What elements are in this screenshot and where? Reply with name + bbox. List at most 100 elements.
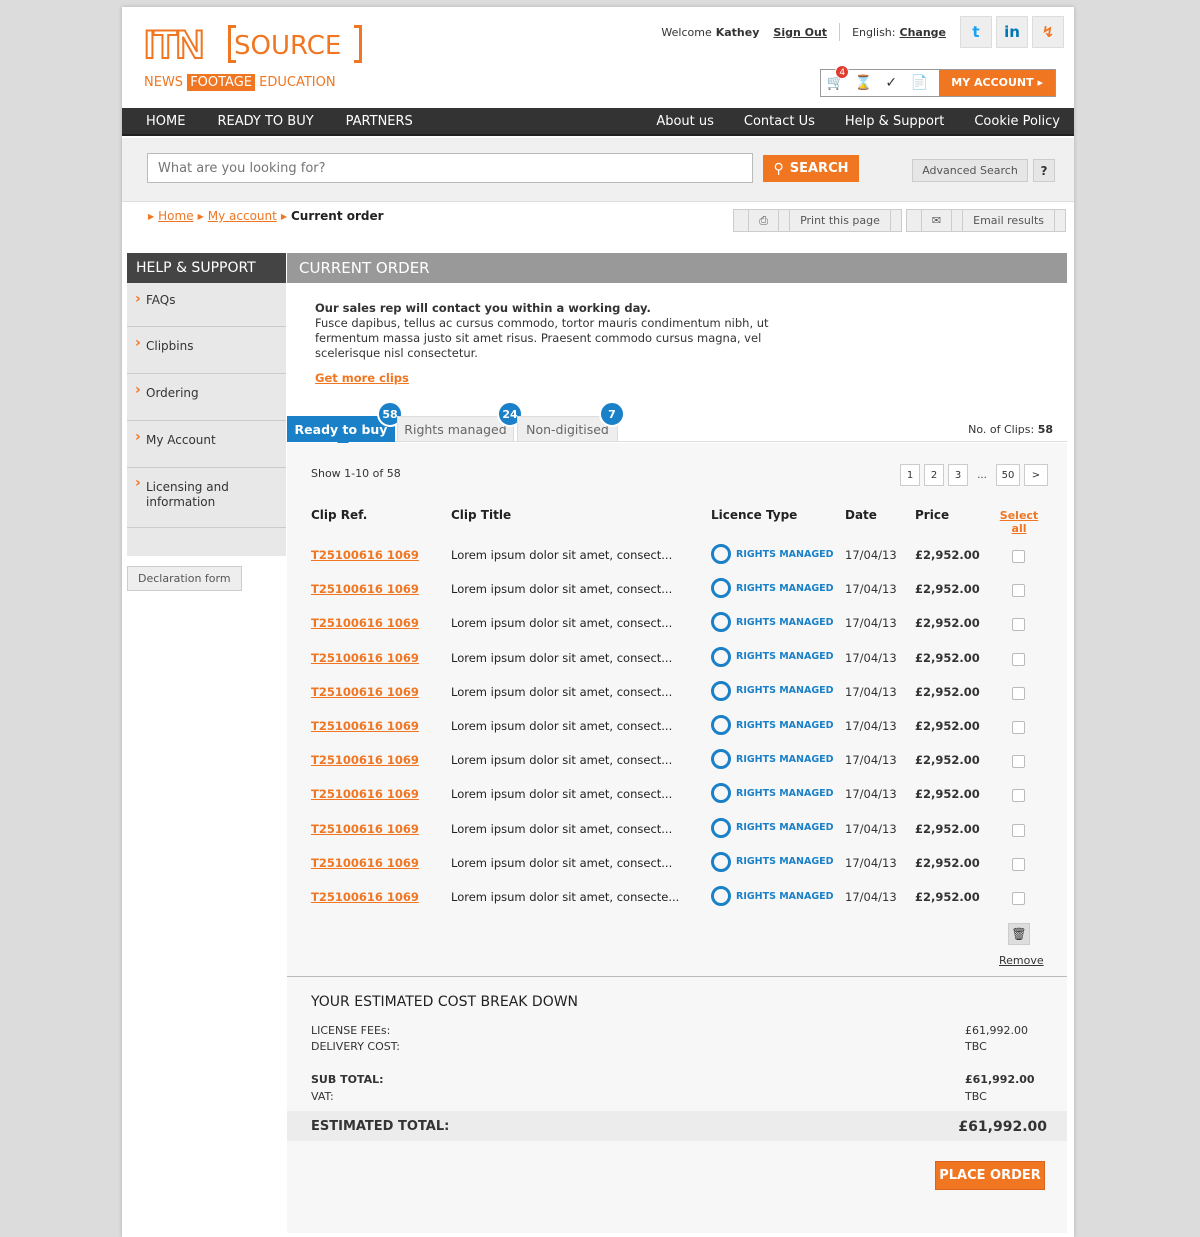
nav-about-us[interactable]: About us xyxy=(656,114,714,129)
logo-itn: ITN xyxy=(143,23,205,67)
search-button[interactable]: ⚲ SEARCH xyxy=(763,155,859,182)
sidebar-item-faqs[interactable]: FAQs xyxy=(127,283,286,327)
trash-icon[interactable]: 🗑 xyxy=(1008,923,1030,945)
tab-ready-to-buy[interactable]: Ready to buy 58 xyxy=(287,401,403,448)
sidebar-item-ordering[interactable]: Ordering xyxy=(127,374,286,421)
page-3[interactable]: 3 xyxy=(948,464,968,486)
delivery-cost-label: DELIVERY COST: xyxy=(311,1040,400,1053)
licence-label: RIGHTS MANAGED xyxy=(736,719,834,731)
cart-check-icon[interactable]: ✓ xyxy=(877,75,905,91)
sidebar-item-licensing[interactable]: Licensing and information xyxy=(127,468,286,528)
search-help-button[interactable]: ? xyxy=(1033,159,1055,182)
row-checkbox[interactable] xyxy=(1012,789,1025,803)
print-button[interactable]: ⎙ Print this page xyxy=(733,209,902,232)
page-1[interactable]: 1 xyxy=(900,464,920,486)
column-header-ref: Clip Ref. xyxy=(311,508,368,522)
remove-link[interactable]: Remove xyxy=(999,954,1044,967)
tab-non-digitised[interactable]: Non-digitised 7 xyxy=(517,401,625,442)
declaration-form-button[interactable]: Declaration form xyxy=(127,566,242,591)
clip-price: £2,952.00 xyxy=(915,616,980,631)
sidebar-title: HELP & SUPPORT xyxy=(127,253,286,283)
language-label: English: xyxy=(852,25,896,39)
clip-ref-link[interactable]: T25100616 1069 xyxy=(311,822,419,836)
place-order-button[interactable]: PLACE ORDER xyxy=(935,1161,1045,1190)
next-page-button[interactable]: > xyxy=(1024,464,1048,486)
rss-icon[interactable]: ↯ xyxy=(1032,16,1064,48)
row-checkbox[interactable] xyxy=(1012,550,1025,563)
subtotal-row: SUB TOTAL: £61,992.00 xyxy=(311,1073,1049,1086)
licence-label: RIGHTS MANAGED xyxy=(736,685,834,697)
row-checkbox[interactable] xyxy=(1012,721,1025,734)
licence-label: RIGHTS MANAGED xyxy=(736,548,834,560)
clip-title: Lorem ipsum dolor sit amet, consect... xyxy=(451,787,673,802)
tag-footage: FOOTAGE xyxy=(187,74,256,91)
clip-ref-link[interactable]: T25100616 1069 xyxy=(311,651,419,665)
rights-managed-icon xyxy=(711,612,731,633)
clip-price: £2,952.00 xyxy=(915,650,980,665)
sidebar: HELP & SUPPORT FAQs Clipbins Ordering My… xyxy=(127,253,286,591)
clip-ref-link[interactable]: T25100616 1069 xyxy=(311,582,419,596)
chevron-right-icon: ▶ xyxy=(197,211,204,221)
email-button[interactable]: ✉ Email results xyxy=(905,209,1066,232)
clip-ref-link[interactable]: T25100616 1069 xyxy=(311,787,419,801)
results-range: Show 1-10 of 58 xyxy=(311,467,401,480)
select-all-link[interactable]: Select all xyxy=(997,509,1041,535)
cart-count-badge: 4 xyxy=(835,65,850,79)
search-input[interactable] xyxy=(147,153,753,183)
rights-managed-icon xyxy=(711,817,731,838)
clip-ref-link[interactable]: T25100616 1069 xyxy=(311,616,419,630)
licence-type: RIGHTS MANAGED xyxy=(711,612,834,633)
document-icon[interactable]: 📄 xyxy=(905,75,933,91)
clip-title: Lorem ipsum dolor sit amet, consecte... xyxy=(451,890,680,904)
page: ITN SOURCE NEWS FOOTAGE EDUCATION Welcom… xyxy=(122,7,1074,1237)
breadcrumb-home[interactable]: Home xyxy=(158,209,193,223)
row-checkbox[interactable] xyxy=(1012,857,1025,871)
order-panel: Show 1-10 of 58 1 2 3 ... 50 > Clip Ref.… xyxy=(287,443,1067,1233)
vat-value: TBC xyxy=(965,1090,987,1103)
nav-ready-to-buy[interactable]: READY TO BUY xyxy=(217,114,313,129)
printer-icon: ⎙ xyxy=(748,209,780,232)
page-tools: ⎙ Print this page ✉ Email results xyxy=(729,209,1066,232)
tab-rights-managed[interactable]: Rights managed 24 xyxy=(397,401,523,442)
breadcrumb-account[interactable]: My account xyxy=(208,209,277,223)
change-language-link[interactable]: Change xyxy=(900,26,947,39)
twitter-icon[interactable]: t xyxy=(960,16,992,48)
nav-help-support[interactable]: Help & Support xyxy=(845,114,944,129)
my-account-button[interactable]: MY ACCOUNT ▸ xyxy=(939,70,1055,96)
clip-ref-link[interactable]: T25100616 1069 xyxy=(311,856,419,870)
row-checkbox[interactable] xyxy=(1012,755,1025,769)
hourglass-icon[interactable]: ⌛ xyxy=(849,75,877,91)
clip-price: £2,952.00 xyxy=(915,821,980,836)
row-checkbox[interactable] xyxy=(1012,823,1025,837)
licence-type: RIGHTS MANAGED xyxy=(711,783,834,804)
row-checkbox[interactable] xyxy=(1012,686,1025,700)
rights-managed-icon xyxy=(711,544,731,564)
clip-ref-link[interactable]: T25100616 1069 xyxy=(311,890,419,904)
cost-breakdown: YOUR ESTIMATED COST BREAK DOWN LICENSE F… xyxy=(287,976,1067,1141)
get-more-clips-link[interactable]: Get more clips xyxy=(315,371,769,386)
sign-out-link[interactable]: Sign Out xyxy=(773,26,827,39)
row-checkbox[interactable] xyxy=(1012,618,1025,632)
nav-home[interactable]: HOME xyxy=(146,114,185,129)
row-checkbox[interactable] xyxy=(1012,892,1025,905)
clip-ref-link[interactable]: T25100616 1069 xyxy=(311,753,419,767)
nav-cookie-policy[interactable]: Cookie Policy xyxy=(974,114,1060,129)
clip-title: Lorem ipsum dolor sit amet, consect... xyxy=(451,650,673,665)
rights-managed-icon xyxy=(711,578,731,599)
clip-ref-link[interactable]: T25100616 1069 xyxy=(311,719,419,733)
nav-partners[interactable]: PARTNERS xyxy=(346,114,413,129)
row-checkbox[interactable] xyxy=(1012,584,1025,598)
clip-ref-link[interactable]: T25100616 1069 xyxy=(311,548,419,562)
clip-ref-link[interactable]: T25100616 1069 xyxy=(311,685,419,699)
page-50[interactable]: 50 xyxy=(996,464,1020,486)
cart-icon[interactable]: 🛒 4 xyxy=(821,65,850,91)
page-2[interactable]: 2 xyxy=(924,464,944,486)
row-checkbox[interactable] xyxy=(1012,652,1025,666)
sidebar-item-my-account[interactable]: My Account xyxy=(127,421,286,468)
linkedin-icon[interactable]: in xyxy=(996,16,1028,48)
nav-contact-us[interactable]: Contact Us xyxy=(744,114,815,129)
sidebar-item-clipbins[interactable]: Clipbins xyxy=(127,327,286,374)
advanced-search-button[interactable]: Advanced Search xyxy=(912,159,1028,182)
clip-date: 17/04/13 xyxy=(845,787,897,802)
itn-source-logo[interactable]: ITN SOURCE NEWS FOOTAGE EDUCATION xyxy=(143,23,362,95)
